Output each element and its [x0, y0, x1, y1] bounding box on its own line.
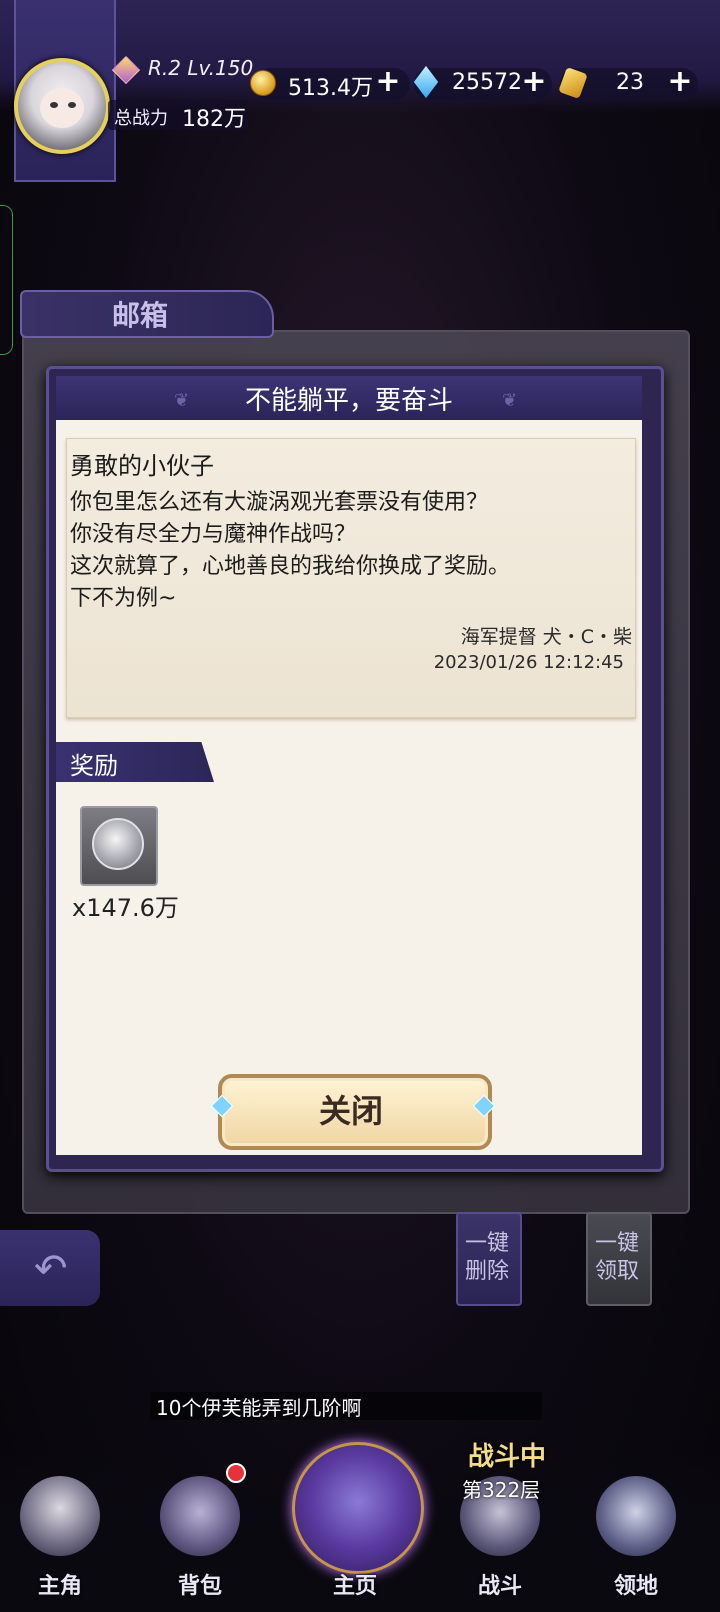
claim-all-label-1: 一键: [594, 1231, 639, 1256]
silver-coin-icon: [92, 818, 144, 870]
reward-count: x147.6万: [72, 894, 179, 922]
battle-floor: 第322层: [462, 1478, 541, 1502]
mail-body-line: 你没有尽全力与魔神作战吗？: [70, 522, 357, 547]
castle-icon: [596, 1476, 676, 1556]
power-label: 总战力: [114, 108, 168, 129]
power-value: 182万: [182, 107, 246, 132]
delete-all-label-1: 一键: [464, 1231, 509, 1256]
avatar[interactable]: [14, 58, 110, 154]
mail-sender: 海军提督 犬・C・柴: [460, 626, 632, 648]
notification-badge: [226, 1463, 246, 1483]
back-button[interactable]: ↶: [0, 1230, 100, 1306]
battle-status: 战斗中: [468, 1442, 547, 1472]
claim-all-label-2: 领取: [594, 1259, 639, 1284]
nav-battle-label: 战斗: [477, 1573, 522, 1599]
close-button-label: 关闭: [318, 1092, 383, 1130]
nav-bag[interactable]: 背包: [150, 1470, 250, 1606]
nav-home[interactable]: 主页: [305, 1470, 405, 1606]
back-arrow-icon: ↶: [34, 1246, 68, 1292]
nav-hero[interactable]: 主角: [10, 1470, 110, 1606]
reward-label: 奖励: [70, 752, 118, 780]
nav-territory-label: 领地: [613, 1573, 658, 1599]
rank-level: R.2 Lv.150: [148, 56, 254, 80]
mail-date: 2023/01/26 12:12:45: [433, 652, 624, 673]
mail-body-line: 你包里怎么还有大漩涡观光套票没有使用？: [70, 490, 489, 515]
nav-bag-label: 背包: [177, 1573, 222, 1599]
side-indicator: [0, 205, 13, 355]
gold-value: 23: [616, 70, 644, 95]
mail-title: 不能躺平，要奋斗: [244, 386, 453, 416]
add-gold-button[interactable]: +: [666, 67, 694, 98]
coin-value: 513.4万: [288, 76, 373, 101]
chat-message: 10个伊芙能弄到几阶啊: [156, 1396, 362, 1420]
gem-value: 25572: [452, 70, 522, 95]
nav-hero-label: 主角: [37, 1573, 82, 1599]
delete-all-label-2: 删除: [464, 1259, 509, 1284]
hero-icon: [20, 1476, 100, 1556]
coin-icon: [250, 70, 276, 96]
mail-body-line: 下不为例~: [70, 586, 177, 611]
nav-territory[interactable]: 领地: [586, 1470, 686, 1606]
add-coin-button[interactable]: +: [374, 67, 402, 98]
mail-greeting: 勇敢的小伙子: [70, 452, 214, 480]
bag-icon: [160, 1476, 240, 1556]
nav-home-label: 主页: [332, 1573, 377, 1599]
add-gem-button[interactable]: +: [520, 67, 548, 98]
mail-body-line: 这次就算了，心地善良的我给你换成了奖励。: [70, 554, 511, 579]
mailbox-title: 邮箱: [112, 299, 169, 332]
